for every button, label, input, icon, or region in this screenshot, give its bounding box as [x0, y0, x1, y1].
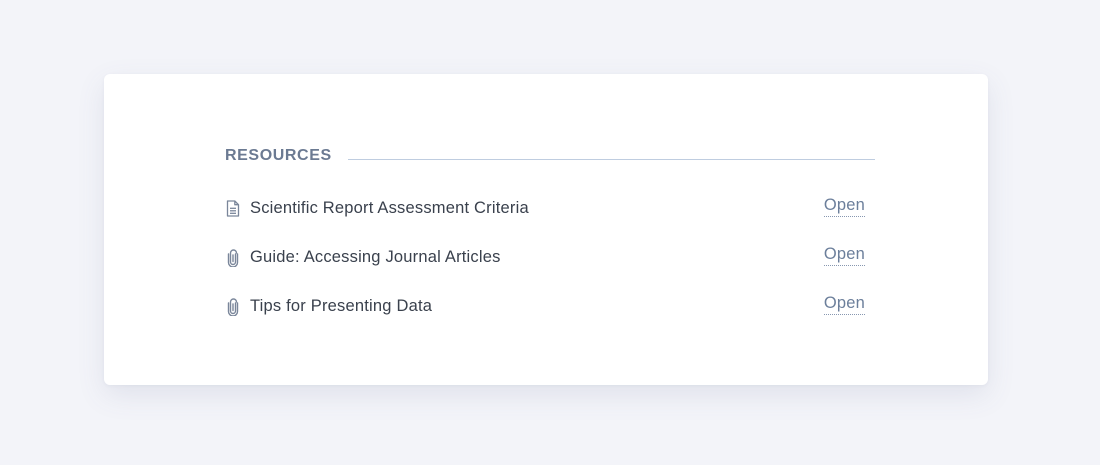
- list-item: Guide: Accessing Journal Articles Open: [225, 233, 875, 282]
- document-icon: [225, 200, 241, 218]
- section-header: RESOURCES: [225, 146, 875, 166]
- resources-section: RESOURCES Scientific Report Assessment C…: [225, 146, 875, 331]
- resource-title: Scientific Report Assessment Criteria: [250, 199, 529, 217]
- resource-list: Scientific Report Assessment Criteria Op…: [225, 184, 875, 331]
- open-link[interactable]: Open: [823, 294, 865, 315]
- list-item: Tips for Presenting Data Open: [225, 282, 875, 331]
- section-title: RESOURCES: [225, 147, 332, 164]
- paperclip-icon: [225, 248, 241, 267]
- open-link[interactable]: Open: [823, 196, 865, 217]
- open-link[interactable]: Open: [823, 245, 865, 266]
- resource-title: Tips for Presenting Data: [250, 297, 433, 315]
- paperclip-icon: [225, 297, 241, 316]
- section-divider: [347, 158, 875, 160]
- resources-card: RESOURCES Scientific Report Assessment C…: [104, 74, 988, 385]
- list-item: Scientific Report Assessment Criteria Op…: [225, 184, 875, 233]
- resource-title: Guide: Accessing Journal Articles: [250, 248, 501, 266]
